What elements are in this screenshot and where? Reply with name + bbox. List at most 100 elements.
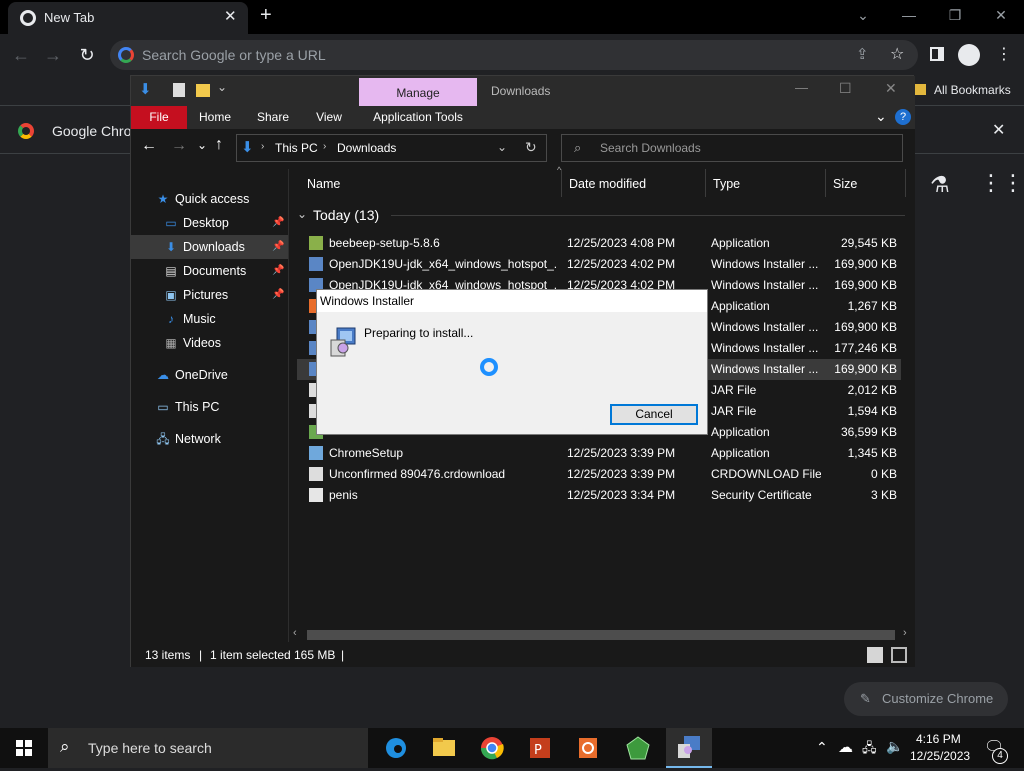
clock-time[interactable]: 4:16 PM — [916, 732, 961, 746]
windows-start-icon[interactable] — [16, 740, 32, 756]
java-install-icon[interactable] — [568, 732, 608, 764]
profile-avatar-icon[interactable] — [958, 44, 980, 66]
manage-context-tab[interactable]: Manage — [359, 78, 477, 106]
address-dropdown-icon[interactable]: ⌄ — [497, 140, 507, 154]
large-icons-view-icon[interactable] — [891, 647, 907, 663]
nav-item-pictures[interactable]: ▣ Pictures 📌 — [131, 283, 288, 307]
nav-item-downloads[interactable]: ⬇ Downloads 📌 — [131, 235, 288, 259]
restore-icon[interactable]: ❐ — [932, 0, 978, 30]
column-separator[interactable] — [705, 169, 706, 197]
column-date-modified[interactable]: Date modified — [569, 169, 646, 199]
help-icon[interactable]: ? — [895, 109, 911, 125]
recent-locations-icon[interactable]: ⌄ — [197, 138, 207, 152]
cancel-button[interactable]: Cancel — [610, 404, 698, 425]
all-bookmarks-button[interactable]: All Bookmarks — [934, 83, 1011, 97]
column-separator[interactable] — [905, 169, 906, 197]
group-collapse-icon[interactable]: ⌄ — [297, 207, 307, 221]
chrome-taskbar-icon[interactable] — [472, 732, 512, 764]
explorer-minimize-icon[interactable]: — — [795, 80, 808, 95]
table-row[interactable]: ChromeSetup 12/25/2023 3:39 PM Application… — [297, 443, 901, 464]
file-type: Security Certificate — [711, 488, 812, 502]
tab-home[interactable]: Home — [193, 106, 237, 129]
qat-dropdown-icon[interactable]: ⌄ — [217, 80, 227, 94]
quick-download-icon: ⬇ — [139, 81, 152, 98]
up-arrow-icon[interactable]: ↑ — [215, 136, 223, 154]
tab-view[interactable]: View — [307, 106, 351, 129]
reload-icon[interactable]: ↻ — [74, 40, 100, 70]
side-panel-icon[interactable] — [930, 47, 944, 61]
network-status-icon[interactable]: 🖧 — [862, 739, 877, 761]
table-row[interactable]: penis 12/25/2023 3:34 PM Security Certific… — [297, 485, 901, 506]
show-hidden-icons-icon[interactable]: ⌃ — [816, 739, 828, 756]
close-window-icon[interactable]: ✕ — [978, 0, 1024, 30]
labs-flask-icon[interactable]: ⚗ — [930, 172, 950, 198]
forward-icon[interactable]: → — [40, 40, 66, 70]
windows-installer-dialog: Windows Installer Preparing to install..… — [316, 289, 708, 435]
horizontal-scrollbar[interactable]: ‹ › — [291, 627, 915, 643]
details-view-icon[interactable] — [867, 647, 883, 663]
scroll-left-icon[interactable]: ‹ — [293, 627, 297, 639]
new-tab-button[interactable]: + — [260, 4, 272, 27]
installer-taskbar-icon[interactable] — [666, 728, 712, 768]
column-separator[interactable] — [561, 169, 562, 197]
refresh-icon[interactable]: ↻ — [525, 139, 537, 156]
nav-item-this-pc[interactable]: ▭ This PC — [131, 395, 288, 419]
green-gem-app-icon[interactable] — [618, 732, 658, 764]
table-row[interactable]: beebeep-setup-5.8.6 12/25/2023 4:08 PM App… — [297, 233, 901, 254]
file-explorer-taskbar-icon[interactable] — [424, 732, 464, 764]
volume-muted-icon[interactable]: 🔈 — [886, 738, 903, 755]
nav-item-onedrive[interactable]: ☁ OneDrive — [131, 363, 288, 387]
column-separator[interactable] — [825, 169, 826, 197]
omnibox[interactable]: Search Google or type a URL ⇪ ☆ — [110, 40, 918, 70]
powerpoint-icon[interactable]: P — [520, 732, 560, 764]
edge-icon[interactable] — [376, 732, 416, 764]
tab-new-tab[interactable]: New Tab ✕ — [8, 2, 248, 34]
address-bar[interactable]: ⬇ › This PC › Downloads ⌄ ↻ — [236, 134, 547, 162]
ribbon-expand-icon[interactable]: ⌄ — [875, 108, 887, 125]
properties-icon[interactable] — [173, 83, 185, 97]
apps-grid-icon[interactable]: ⋮⋮⋮ — [980, 170, 1024, 196]
scroll-right-icon[interactable]: › — [903, 627, 907, 639]
tab-search-icon[interactable]: ⌄ — [840, 0, 886, 30]
column-size[interactable]: Size — [833, 169, 857, 199]
nav-item-network[interactable]: 🖧 Network — [131, 427, 288, 451]
infobar-close-icon[interactable]: ✕ — [992, 120, 1005, 140]
tab-close-icon[interactable]: ✕ — [224, 7, 237, 25]
forward-arrow-icon[interactable]: → — [171, 137, 187, 155]
back-arrow-icon[interactable]: ← — [141, 137, 157, 155]
customize-chrome-button[interactable]: ✎ Customize Chrome — [844, 682, 1008, 716]
nav-item-music[interactable]: ♪ Music — [131, 307, 288, 331]
group-header[interactable]: Today (13) — [313, 207, 379, 223]
column-type[interactable]: Type — [713, 169, 740, 199]
search-placeholder: Search Downloads — [600, 141, 701, 155]
file-date: 12/25/2023 4:02 PM — [567, 257, 676, 271]
minimize-icon[interactable]: — — [886, 0, 932, 30]
explorer-close-icon[interactable]: ✕ — [885, 80, 897, 97]
tab-share[interactable]: Share — [251, 106, 295, 129]
tab-application-tools[interactable]: Application Tools — [367, 106, 469, 129]
table-row[interactable]: Unconfirmed 890476.crdownload 12/25/2023 … — [297, 464, 901, 485]
chrome-menu-icon[interactable]: ⋮ — [996, 44, 1012, 64]
tab-file[interactable]: File — [131, 106, 187, 129]
share-icon[interactable]: ⇪ — [856, 45, 869, 63]
taskbar-search-box[interactable]: ⌕ Type here to search — [48, 728, 368, 768]
table-row[interactable]: OpenJDK19U-jdk_x64_windows_hotspot_... 12… — [297, 254, 901, 275]
nav-item-desktop[interactable]: ▭ Desktop 📌 — [131, 211, 288, 235]
back-icon[interactable]: ← — [8, 40, 34, 70]
group-divider — [391, 215, 905, 216]
nav-item-documents[interactable]: ▤ Documents 📌 — [131, 259, 288, 283]
new-folder-icon[interactable] — [196, 84, 210, 97]
breadcrumb-downloads[interactable]: Downloads — [337, 141, 396, 155]
search-downloads-input[interactable]: ⌕ Search Downloads — [561, 134, 903, 162]
weather-cloud-icon[interactable]: ☁ — [838, 738, 853, 756]
explorer-maximize-icon[interactable]: ☐ — [839, 80, 852, 97]
clock-date[interactable]: 12/25/2023 — [910, 749, 970, 763]
selection-size: 165 MB — [294, 648, 336, 662]
breadcrumb-this-pc[interactable]: This PC — [275, 141, 318, 155]
column-name[interactable]: Name — [307, 169, 340, 199]
nav-item-videos[interactable]: ▦ Videos — [131, 331, 288, 355]
dialog-title[interactable]: Windows Installer — [317, 290, 707, 312]
scrollbar-thumb[interactable] — [307, 630, 895, 640]
bookmark-star-icon[interactable]: ☆ — [890, 44, 904, 64]
nav-item-quick-access[interactable]: ★ Quick access — [131, 187, 288, 211]
